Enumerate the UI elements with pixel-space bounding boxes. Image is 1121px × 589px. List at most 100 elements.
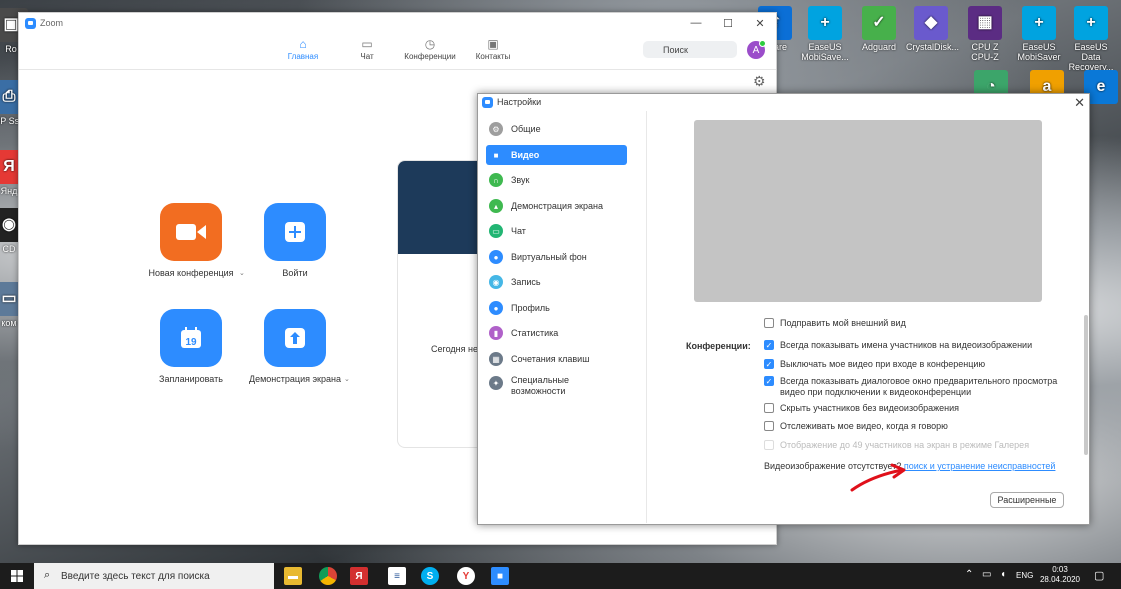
checkbox[interactable]: ✓ [764,376,774,386]
checkbox[interactable] [764,318,774,328]
chat-icon: ▭ [489,224,503,238]
sidebar-item-accessibility[interactable]: ✦ Специальные возможности [486,375,627,405]
yandex-icon[interactable]: Y [457,567,475,585]
new-meeting-button[interactable] [160,203,222,261]
option-touch-up[interactable]: Подправить мой внешний вид [764,318,906,329]
sidebar-item-audio[interactable]: ∩ Звук [486,170,627,190]
taskbar-clock[interactable]: 0:03 28.04.2020 [1035,565,1085,585]
share-arrow-icon [285,328,305,348]
join-label: Войти [282,268,308,278]
sidebar-item-screen-share[interactable]: ▴ Демонстрация экрана [486,196,627,216]
crystaldisk-icon: ◆ [914,6,948,40]
close-icon[interactable]: ✕ [744,13,776,33]
close-icon[interactable]: ✕ [1074,95,1085,111]
easeus-data-recovery-icon: + [1074,6,1108,40]
sidebar-item-shortcuts[interactable]: ▦ Сочетания клавиш [486,349,627,369]
card-banner [398,161,488,254]
option-show-names[interactable]: ✓ Всегда показывать имена участников на в… [764,340,1032,351]
sidebar-item-recording[interactable]: ◉ Запись [486,272,627,292]
tray-volume-icon[interactable]: ◖ [1000,569,1006,580]
chat-icon: ▭ [361,37,373,51]
person-icon: ● [489,250,503,264]
share-screen-button[interactable] [264,309,326,367]
desktop-icon[interactable]: ▦ CPU Z CPU-Z [960,6,1010,62]
zoom-logo-icon [482,96,493,108]
upcoming-meetings-card [397,160,488,448]
sidebar-item-chat[interactable]: ▭ Чат [486,221,627,241]
bar-chart-icon: ▮ [489,326,503,340]
checkbox[interactable]: ✓ [764,340,774,350]
avatar[interactable]: A [747,40,766,59]
notification-icon[interactable]: ▢ [1094,569,1104,582]
settings-titlebar: Настройки [478,94,1089,110]
maximize-icon[interactable]: ☐ [712,13,744,33]
file-explorer-icon[interactable]: ▬ [284,567,302,585]
easeus-mobisaver-icon: + [808,6,842,40]
tab-contacts[interactable]: ▣ Контакты [458,37,528,61]
chevron-down-icon[interactable]: ⌄ [239,269,245,277]
option-video-off-on-join[interactable]: ✓ Выключать мое видео при входе в конфере… [764,359,985,370]
option-spotlight-self[interactable]: Отслеживать мое видео, когда я говорю [764,421,948,432]
home-icon: ⌂ [299,37,307,51]
settings-sidebar: ⚙ Общие ■ Видео ∩ Звук ▴ Демонстрация экрана… [478,111,647,523]
gear-icon[interactable]: ⚙ [753,73,766,90]
accessibility-icon: ✦ [489,376,503,390]
settings-title: Настройки [497,97,542,107]
option-gallery-49: Отображение до 49 участников на экран в … [764,440,1029,451]
calendar-icon: 19 [181,327,201,348]
headphones-icon: ∩ [489,173,503,187]
contacts-icon: ▣ [487,37,499,51]
desktop-icon[interactable]: ◆ CrystalDisk... [906,6,959,52]
adguard-shield-icon: ✓ [862,6,896,40]
advanced-button[interactable]: Расширенные [990,492,1064,508]
windows-logo-icon [11,570,23,582]
zoom-taskbar-icon[interactable]: ■ [491,567,509,585]
join-button[interactable] [264,203,326,261]
checkbox[interactable] [764,421,774,431]
desktop-icon[interactable]: + EaseUS Data Recovery... [1066,6,1116,72]
tab-chat[interactable]: ▭ Чат [332,37,402,61]
start-button[interactable] [0,563,34,589]
sidebar-item-virtual-background[interactable]: ● Виртуальный фон [486,247,627,267]
record-icon: ◉ [489,275,503,289]
sidebar-item-statistics[interactable]: ▮ Статистика [486,323,627,343]
schedule-button[interactable]: 19 [160,309,222,367]
tray-network-icon[interactable]: ▭ [982,569,991,580]
cpu-z-icon: ▦ [968,6,1002,40]
video-camera-icon [176,224,206,240]
desktop-icon[interactable]: ✓ Adguard [854,6,904,52]
schedule-label: Запланировать [159,374,223,384]
language-indicator[interactable]: ENG [1016,571,1033,580]
word-document-icon[interactable]: ≡ [388,567,406,585]
tab-meetings[interactable]: ◷ Конференции [395,37,465,61]
red-arrow-annotation [850,463,906,492]
svg-text:19: 19 [185,337,197,348]
option-hide-non-video[interactable]: Скрыть участников без видеоизображения [764,403,959,414]
window-title: Zoom [40,18,64,28]
taskbar-search-input[interactable] [34,563,274,589]
search-input[interactable] [643,41,737,58]
chevron-down-icon[interactable]: ⌄ [344,375,350,383]
minimize-icon[interactable]: — [680,13,712,33]
desktop-icon[interactable]: + EaseUS MobiSaver [1014,6,1064,62]
tab-home[interactable]: ⌂ Главная [268,37,338,61]
no-video-help: Видеоизображение отсутствует? поиск и ус… [764,461,1056,471]
checkbox[interactable] [764,403,774,413]
tray-chevron-icon[interactable]: ⌃ [965,569,973,580]
sidebar-item-video[interactable]: ■ Видео [486,145,627,165]
skype-icon[interactable]: S [421,567,439,585]
keyboard-icon: ▦ [489,352,503,366]
sidebar-item-profile[interactable]: ● Профиль [486,298,627,318]
sidebar-item-general[interactable]: ⚙ Общие [486,119,627,139]
desktop-icon[interactable]: + EaseUS MobiSave... [800,6,850,62]
chrome-icon[interactable] [319,567,337,585]
option-preview-dialog[interactable]: ✓ Всегда показывать диалоговое окно предв… [764,376,1074,398]
profile-icon: ● [489,301,503,315]
scrollbar[interactable] [1084,315,1088,455]
yandex-browser-icon[interactable]: Я [350,567,368,585]
checkbox [764,440,774,450]
clock-icon: ◷ [424,37,436,51]
troubleshoot-link[interactable]: поиск и устранение неисправностей [904,461,1056,471]
gear-icon: ⚙ [489,122,503,136]
checkbox[interactable]: ✓ [764,359,774,369]
